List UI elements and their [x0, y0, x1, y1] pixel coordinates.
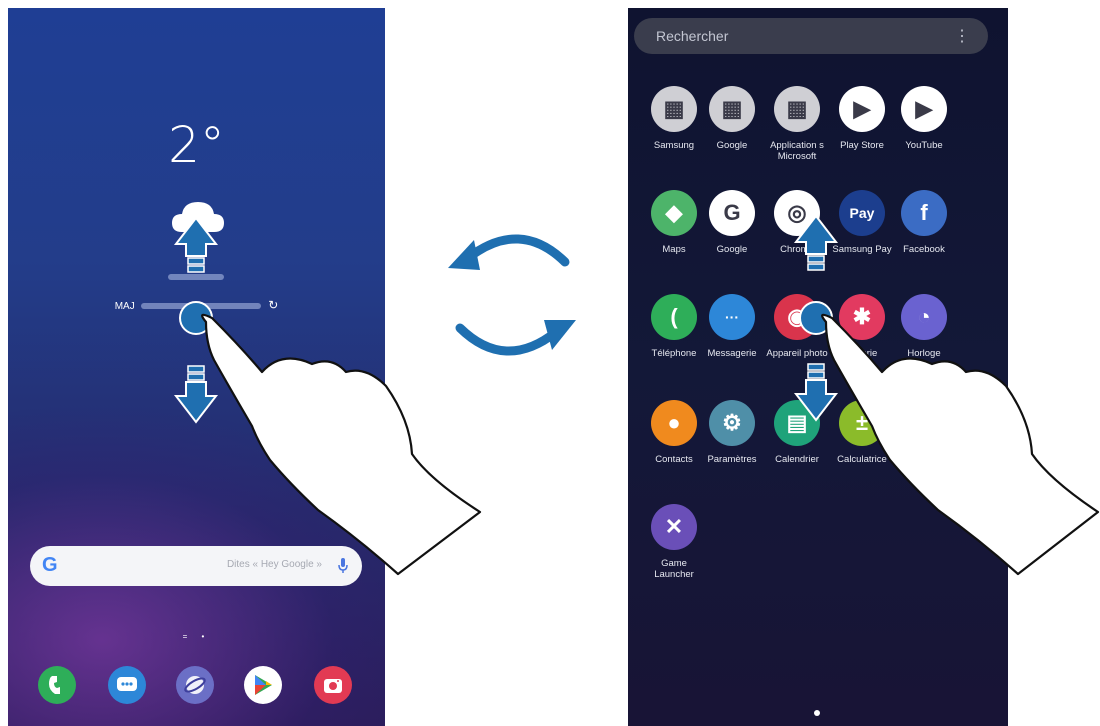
- app-label: Google: [716, 140, 748, 151]
- app-search-bar[interactable]: Rechercher ⋮: [634, 18, 988, 54]
- app-item[interactable]: ▦ Application s Microsoft: [763, 86, 831, 162]
- weather-update-row: MAJ ↻: [8, 298, 385, 312]
- app-item[interactable]: ✎ Samsung Notes: [890, 400, 958, 465]
- app-icon[interactable]: G: [709, 190, 755, 236]
- app-item[interactable]: G Google: [698, 190, 766, 255]
- app-icon[interactable]: Pay: [839, 190, 885, 236]
- google-logo-icon: G: [42, 554, 58, 576]
- app-icon[interactable]: ▶: [839, 86, 885, 132]
- app-label: Appareil photo: [766, 348, 828, 359]
- messages-icon[interactable]: [108, 666, 146, 704]
- app-icon[interactable]: ▶: [901, 86, 947, 132]
- app-label: Paramètres: [707, 454, 757, 465]
- app-item[interactable]: ▦ Google: [698, 86, 766, 151]
- play-store-icon[interactable]: [244, 666, 282, 704]
- location-label: [168, 274, 224, 280]
- app-icon[interactable]: ✱: [839, 294, 885, 340]
- refresh-icon[interactable]: ↻: [268, 298, 278, 312]
- app-item[interactable]: ✱ Galerie: [828, 294, 896, 359]
- google-search-bar[interactable]: G Dites « Hey Google »: [30, 546, 362, 586]
- app-icon[interactable]: ▦: [651, 86, 697, 132]
- app-label: Chrome: [780, 244, 814, 255]
- app-label: Calendrier: [775, 454, 819, 465]
- app-label: Calculatrice: [837, 454, 887, 465]
- app-label: Messagerie: [707, 348, 757, 359]
- app-item[interactable]: ▤ Calendrier: [763, 400, 831, 465]
- app-icon[interactable]: ▤: [774, 400, 820, 446]
- more-options-icon[interactable]: ⋮: [954, 26, 970, 46]
- app-icon[interactable]: f: [901, 190, 947, 236]
- app-icon[interactable]: ▦: [709, 86, 755, 132]
- app-label: Facebook: [903, 244, 945, 255]
- app-label: Horloge: [907, 348, 941, 359]
- temperature-readout: 2°: [168, 116, 225, 174]
- app-label: Play Store: [840, 140, 884, 151]
- app-icon[interactable]: ⚙: [709, 400, 755, 446]
- app-item[interactable]: ✕ Game Launcher: [640, 504, 708, 580]
- app-label: Application s Microsoft: [770, 140, 824, 162]
- app-item[interactable]: ··· Messagerie: [698, 294, 766, 359]
- app-label: Google: [716, 244, 748, 255]
- app-item[interactable]: f Facebook: [890, 190, 958, 255]
- app-icon[interactable]: ···: [709, 294, 755, 340]
- app-icon[interactable]: ●: [651, 400, 697, 446]
- app-item[interactable]: ± Calculatrice: [828, 400, 896, 465]
- home-screen[interactable]: 2° MAJ ↻ G Dites « Hey Google » = •: [8, 8, 385, 726]
- google-search-hint: Dites « Hey Google »: [226, 559, 322, 570]
- app-label: Samsung Pay: [832, 244, 892, 255]
- app-label: Galerie: [846, 348, 878, 359]
- app-item[interactable]: ◉ Appareil photo: [763, 294, 831, 359]
- cloud-icon: [172, 202, 224, 232]
- app-item[interactable]: ◔ Horloge: [890, 294, 958, 359]
- page-indicator: = •: [182, 632, 211, 641]
- app-item[interactable]: ⚙ Paramètres: [698, 400, 766, 465]
- page-indicator: [814, 710, 820, 716]
- app-label: Samsung Notes: [890, 454, 958, 465]
- search-placeholder: Rechercher: [656, 28, 729, 44]
- app-icon[interactable]: (: [651, 294, 697, 340]
- update-time: [141, 303, 262, 310]
- app-label: Game Launcher: [654, 558, 694, 580]
- app-icon[interactable]: ◆: [651, 190, 697, 236]
- phone-icon[interactable]: [38, 666, 76, 704]
- app-item[interactable]: Pay Samsung Pay: [828, 190, 896, 255]
- app-icon[interactable]: ✎: [901, 400, 947, 446]
- app-label: YouTube: [905, 140, 943, 151]
- update-label: MAJ: [114, 301, 135, 312]
- internet-icon[interactable]: [176, 666, 214, 704]
- app-item[interactable]: ◎ Chrome: [763, 190, 831, 255]
- app-icon[interactable]: ✕: [651, 504, 697, 550]
- app-item[interactable]: ▶ Play Store: [828, 86, 896, 151]
- app-icon[interactable]: ◎: [774, 190, 820, 236]
- app-item[interactable]: ▶ YouTube: [890, 86, 958, 151]
- app-icon[interactable]: ◉: [774, 294, 820, 340]
- app-icon[interactable]: ◔: [901, 294, 947, 340]
- app-icon[interactable]: ±: [839, 400, 885, 446]
- apps-screen[interactable]: Rechercher ⋮ ▦ Samsung ▦ Google ▦ Application…: [628, 8, 1008, 726]
- camera-icon[interactable]: [314, 666, 352, 704]
- microphone-icon[interactable]: [338, 557, 348, 576]
- app-icon[interactable]: ▦: [774, 86, 820, 132]
